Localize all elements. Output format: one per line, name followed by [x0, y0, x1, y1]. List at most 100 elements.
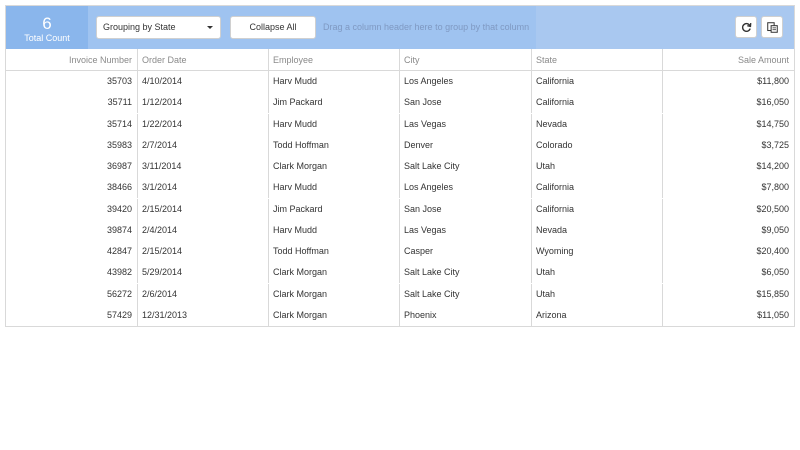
- table-row[interactable]: 35711 1/12/2014 Jim Packard San Jose Califor…: [6, 92, 794, 114]
- cell-city: Salt Lake City: [400, 283, 532, 305]
- table-row[interactable]: 57429 12/31/2013 Clark Morgan Phoenix Arizon…: [6, 304, 794, 326]
- column-header-invoice-number[interactable]: Invoice Number: [6, 49, 138, 70]
- export-button[interactable]: [761, 16, 783, 38]
- cell-employee: Clark Morgan: [269, 304, 400, 326]
- total-count-box: 6 Total Count: [6, 6, 88, 49]
- cell-invoice-number: 35983: [6, 134, 138, 156]
- column-header-city[interactable]: City: [400, 49, 532, 70]
- column-header-state[interactable]: State: [532, 49, 663, 70]
- table-row[interactable]: 35714 1/22/2014 Harv Mudd Las Vegas Nevada $1…: [6, 113, 794, 135]
- cell-order-date: 4/10/2014: [138, 71, 269, 92]
- cell-state: Arizona: [532, 304, 663, 326]
- cell-employee: Todd Hoffman: [269, 241, 400, 262]
- column-header-row: Invoice Number Order Date Employee City …: [6, 49, 794, 71]
- cell-state: Wyoming: [532, 241, 663, 262]
- refresh-button[interactable]: [735, 16, 757, 38]
- cell-sale-amount: $15,850: [756, 288, 789, 299]
- cell-order-date: 5/29/2014: [138, 262, 269, 284]
- column-header-employee[interactable]: Employee: [269, 49, 400, 70]
- table-row[interactable]: 39420 2/15/2014 Jim Packard San Jose Califor…: [6, 198, 794, 220]
- cell-city: Los Angeles: [400, 71, 532, 92]
- cell-state: California: [532, 198, 663, 220]
- table-row[interactable]: 42847 2/15/2014 Todd Hoffman Casper Wyoming $…: [6, 241, 794, 262]
- chevron-down-icon: [207, 26, 213, 29]
- cell-employee: Clark Morgan: [269, 283, 400, 305]
- cell-order-date: 1/12/2014: [138, 92, 269, 114]
- cell-invoice-number: 35703: [6, 71, 138, 92]
- table-row[interactable]: 39874 2/4/2014 Harv Mudd Las Vegas Nevada $9,…: [6, 219, 794, 241]
- cell-sale-amount: $20,400: [756, 246, 789, 256]
- cell-city: Phoenix: [400, 304, 532, 326]
- cell-city: Salt Lake City: [400, 156, 532, 177]
- cell-city: Denver: [400, 134, 532, 156]
- cell-sale-amount: $20,500: [756, 203, 789, 214]
- cell-state: Utah: [532, 283, 663, 305]
- cell-invoice-number: 39420: [6, 198, 138, 220]
- cell-sale-amount: $6,050: [761, 267, 789, 278]
- table-row[interactable]: 35703 4/10/2014 Harv Mudd Los Angeles Califo…: [6, 71, 794, 92]
- data-grid: 6 Total Count Grouping by State Collapse…: [5, 5, 795, 327]
- cell-employee: Harv Mudd: [269, 113, 400, 135]
- collapse-all-button[interactable]: Collapse All: [230, 16, 316, 39]
- cell-sale-amount: $11,800: [757, 76, 789, 86]
- grid-toolbar: 6 Total Count Grouping by State Collapse…: [6, 6, 794, 49]
- cell-invoice-number: 36987: [6, 156, 138, 177]
- cell-employee: Harv Mudd: [269, 177, 400, 199]
- cell-state: Colorado: [532, 134, 663, 156]
- grid-body: 35703 4/10/2014 Harv Mudd Los Angeles Califo…: [6, 71, 794, 326]
- column-header-sale-amount[interactable]: Sale Amount: [663, 49, 794, 70]
- cell-state: California: [532, 92, 663, 114]
- cell-city: San Jose: [400, 198, 532, 220]
- cell-invoice-number: 56272: [6, 283, 138, 305]
- cell-sale-amount: $7,800: [761, 182, 789, 193]
- cell-order-date: 3/11/2014: [138, 156, 269, 177]
- cell-city: Casper: [400, 241, 532, 262]
- cell-city: Los Angeles: [400, 177, 532, 199]
- cell-order-date: 2/4/2014: [138, 219, 269, 241]
- grouping-select-value: Grouping by State: [103, 22, 176, 32]
- cell-state: California: [532, 71, 663, 92]
- cell-order-date: 2/7/2014: [138, 134, 269, 156]
- cell-order-date: 2/15/2014: [138, 198, 269, 220]
- cell-invoice-number: 57429: [6, 304, 138, 326]
- cell-sale-amount: $14,200: [756, 161, 789, 171]
- cell-employee: Jim Packard: [269, 198, 400, 220]
- export-icon: [767, 22, 778, 33]
- cell-state: Utah: [532, 262, 663, 284]
- table-row[interactable]: 56272 2/6/2014 Clark Morgan Salt Lake City U…: [6, 283, 794, 305]
- cell-order-date: 12/31/2013: [138, 304, 269, 326]
- grouping-select[interactable]: Grouping by State: [96, 16, 221, 39]
- column-header-order-date[interactable]: Order Date: [138, 49, 269, 70]
- cell-state: Nevada: [532, 113, 663, 135]
- cell-employee: Clark Morgan: [269, 262, 400, 284]
- cell-employee: Harv Mudd: [269, 71, 400, 92]
- cell-city: Salt Lake City: [400, 262, 532, 284]
- total-count-value: 6: [42, 14, 52, 33]
- cell-sale-amount: $16,050: [756, 97, 789, 108]
- cell-invoice-number: 35711: [6, 92, 138, 114]
- cell-employee: Clark Morgan: [269, 156, 400, 177]
- cell-sale-amount: $9,050: [761, 224, 789, 235]
- cell-invoice-number: 35714: [6, 113, 138, 135]
- cell-sale-amount: $14,750: [756, 118, 789, 129]
- cell-employee: Jim Packard: [269, 92, 400, 114]
- group-drop-hint: Drag a column header here to group by th…: [323, 22, 530, 32]
- cell-order-date: 2/6/2014: [138, 283, 269, 305]
- table-row[interactable]: 43982 5/29/2014 Clark Morgan Salt Lake City…: [6, 262, 794, 284]
- cell-order-date: 3/1/2014: [138, 177, 269, 199]
- total-count-label: Total Count: [24, 33, 70, 43]
- cell-sale-amount: $3,725: [761, 139, 789, 150]
- cell-order-date: 1/22/2014: [138, 113, 269, 135]
- cell-city: Las Vegas: [400, 113, 532, 135]
- cell-invoice-number: 38466: [6, 177, 138, 199]
- group-panel[interactable]: Grouping by State Collapse All Drag a co…: [88, 6, 536, 49]
- table-row[interactable]: 38466 3/1/2014 Harv Mudd Los Angeles Califor…: [6, 177, 794, 199]
- table-row[interactable]: 36987 3/11/2014 Clark Morgan Salt Lake City…: [6, 156, 794, 177]
- table-row[interactable]: 35983 2/7/2014 Todd Hoffman Denver Colorado $…: [6, 134, 794, 156]
- cell-invoice-number: 43982: [6, 262, 138, 284]
- cell-city: San Jose: [400, 92, 532, 114]
- refresh-icon: [741, 22, 752, 32]
- cell-employee: Harv Mudd: [269, 219, 400, 241]
- cell-city: Las Vegas: [400, 219, 532, 241]
- cell-state: Utah: [532, 156, 663, 177]
